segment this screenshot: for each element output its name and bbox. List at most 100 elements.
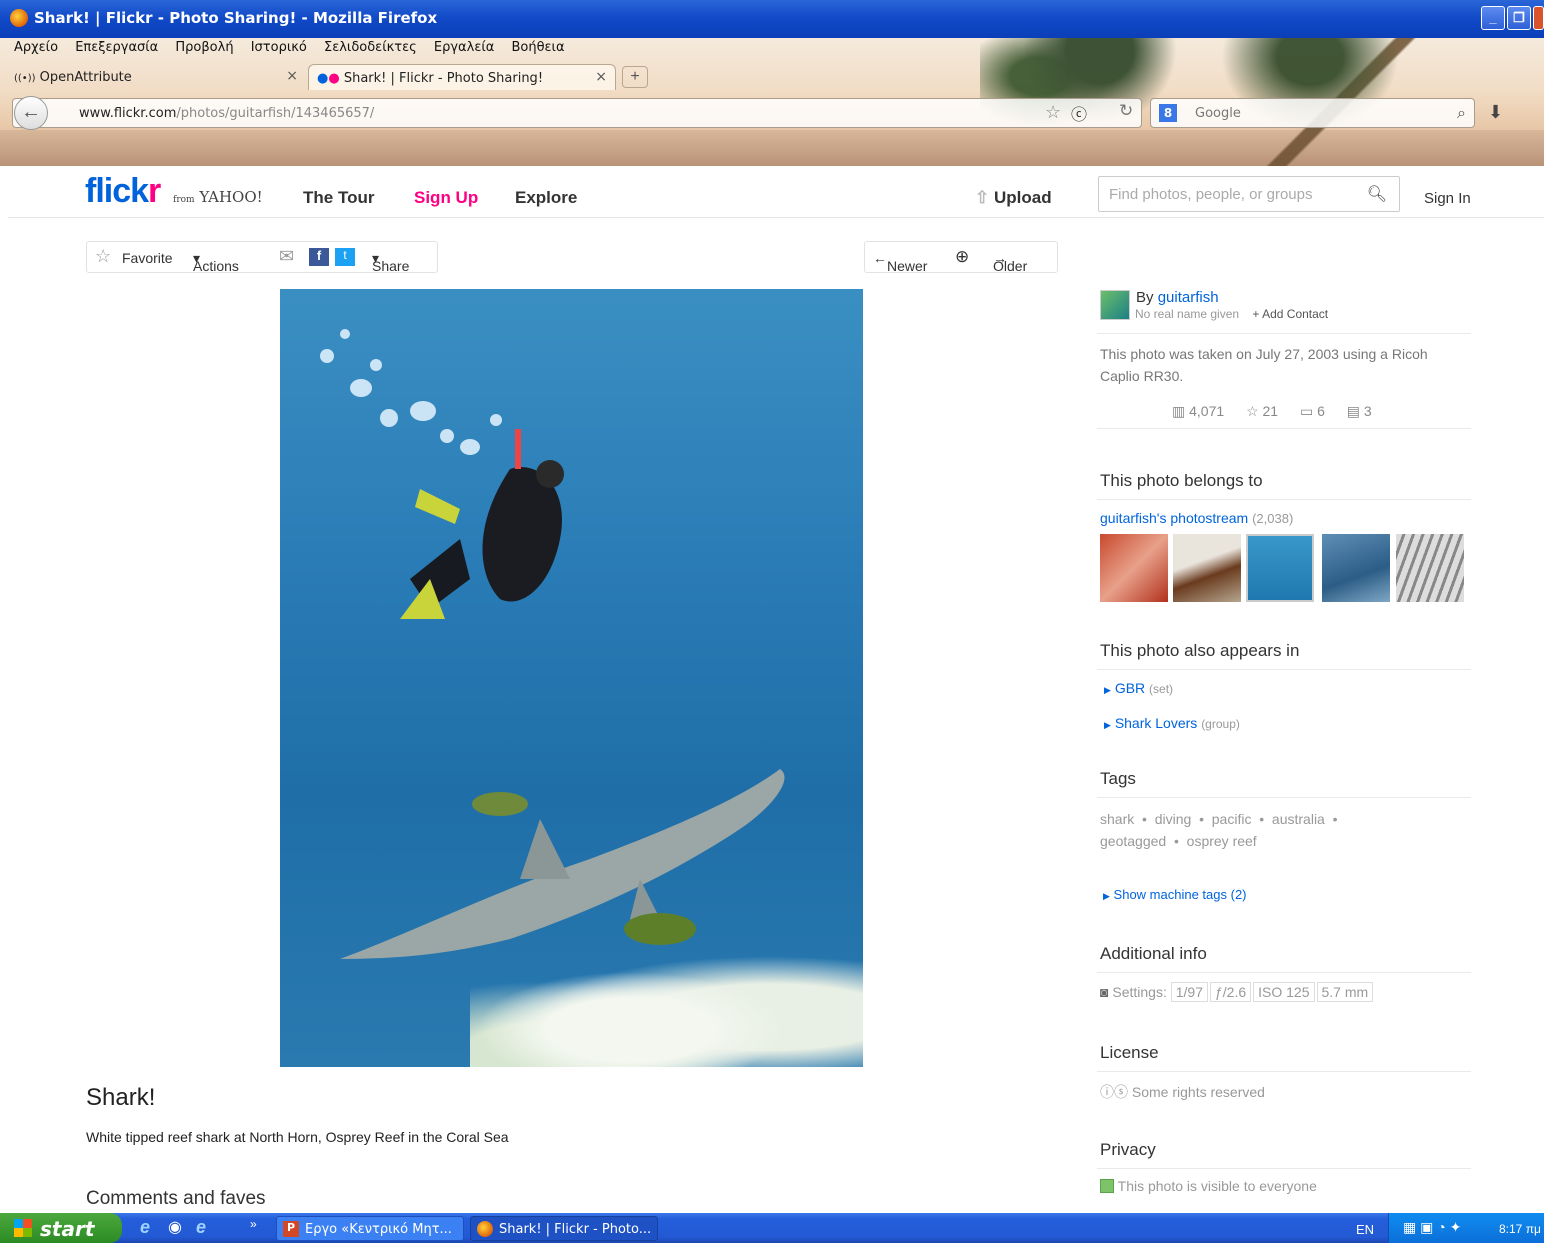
openattribute-icon: ((•)) bbox=[14, 73, 36, 84]
group-link[interactable]: Shark Lovers bbox=[1115, 715, 1197, 731]
twitter-icon[interactable]: t bbox=[335, 248, 355, 266]
language-indicator[interactable]: EN bbox=[1356, 1222, 1374, 1237]
tag[interactable]: diving bbox=[1155, 811, 1192, 827]
taken-info: This photo was taken on July 27, 2003 us… bbox=[1100, 346, 1428, 384]
divider bbox=[1097, 797, 1471, 798]
tag[interactable]: shark bbox=[1100, 811, 1134, 827]
menu-file[interactable]: Αρχείο bbox=[14, 40, 58, 55]
window-title: Shark! | Flickr - Photo Sharing! - Mozil… bbox=[34, 9, 438, 27]
reload-icon[interactable]: ↻ bbox=[1119, 101, 1133, 121]
nav-explore[interactable]: Explore bbox=[515, 188, 577, 208]
privacy-line: This photo is visible to everyone bbox=[1100, 1178, 1470, 1194]
bookmark-star-icon[interactable]: ☆ bbox=[1045, 102, 1061, 123]
share-button[interactable]: Share ▾ bbox=[372, 250, 409, 274]
photostream-thumb-current[interactable] bbox=[1246, 534, 1314, 602]
tag[interactable]: pacific bbox=[1212, 811, 1252, 827]
start-button[interactable]: start bbox=[0, 1213, 122, 1243]
main-photo[interactable] bbox=[280, 289, 863, 1067]
taskbar-item-firefox[interactable]: Shark! | Flickr - Photo... bbox=[470, 1216, 658, 1241]
appears-heading: This photo also appears in bbox=[1100, 641, 1300, 660]
ie-icon[interactable]: e bbox=[196, 1217, 206, 1238]
menu-edit[interactable]: Επεξεργασία bbox=[75, 40, 158, 55]
tag[interactable]: australia bbox=[1272, 811, 1325, 827]
menu-help[interactable]: Βοήθεια bbox=[511, 40, 564, 55]
photostream-link[interactable]: guitarfish's photostream bbox=[1100, 510, 1248, 526]
divider bbox=[1097, 1168, 1471, 1169]
nav-the-tour[interactable]: The Tour bbox=[303, 188, 374, 208]
tab-label: OpenAttribute bbox=[39, 70, 132, 85]
favorite-button[interactable]: Favorite bbox=[122, 250, 173, 266]
owner-line: By guitarfish bbox=[1136, 289, 1506, 306]
menu-view[interactable]: Προβολή bbox=[175, 40, 233, 55]
ie-icon[interactable]: ◉ bbox=[168, 1217, 182, 1237]
tab-close-icon[interactable]: × bbox=[286, 68, 298, 84]
tray-icons[interactable]: ▦ ▣ ◔ ✦ bbox=[1403, 1219, 1461, 1236]
add-contact-link[interactable]: + Add Contact bbox=[1252, 307, 1328, 321]
flickr-logo[interactable]: flickr bbox=[85, 172, 161, 211]
photostream-thumb[interactable] bbox=[1396, 534, 1464, 602]
appears-item[interactable]: ▶ Shark Lovers (group) bbox=[1104, 715, 1474, 731]
windows-logo-icon bbox=[14, 1219, 32, 1237]
divider bbox=[1097, 1071, 1471, 1072]
comments-count: 6 bbox=[1317, 403, 1325, 419]
tab-openattribute[interactable]: ((•)) OpenAttribute × bbox=[6, 64, 306, 90]
upload-link[interactable]: ⇧ Upload bbox=[975, 188, 1052, 208]
search-icon[interactable]: 🔍︎ bbox=[1367, 184, 1387, 204]
quicklaunch-more-icon[interactable]: » bbox=[250, 1217, 257, 1231]
google-icon: 8 bbox=[1159, 104, 1177, 122]
photostream-thumb[interactable] bbox=[1322, 534, 1390, 602]
minimize-button[interactable]: _ bbox=[1481, 6, 1505, 30]
photo-nav-bar: ← Newer ⊕ Older → bbox=[864, 241, 1058, 274]
web-search-input[interactable]: 8 Google ⌕ bbox=[1150, 98, 1475, 128]
nav-sign-up[interactable]: Sign Up bbox=[414, 188, 478, 208]
firefox-icon bbox=[477, 1221, 493, 1237]
sign-in-link[interactable]: Sign In bbox=[1424, 190, 1471, 207]
star-icon[interactable]: ☆ bbox=[95, 246, 111, 267]
taskbar-item-powerpoint[interactable]: P Εργο «Κεντρικό Μητ... bbox=[276, 1216, 464, 1241]
zoom-icon[interactable]: ⊕ bbox=[955, 247, 969, 267]
new-tab-button[interactable]: + bbox=[622, 66, 648, 88]
older-button[interactable]: Older → bbox=[993, 250, 1027, 274]
tab-close-icon[interactable]: × bbox=[595, 69, 607, 85]
machine-tags-link[interactable]: Show machine tags (2) bbox=[1114, 887, 1247, 902]
flickr-search-input[interactable]: Find photos, people, or groups 🔍︎ bbox=[1098, 176, 1400, 212]
tag[interactable]: geotagged bbox=[1100, 833, 1166, 849]
faves-count: 21 bbox=[1262, 403, 1279, 419]
flickr-header: flickr from YAHOO! The Tour Sign Up Expl… bbox=[8, 166, 1544, 218]
search-icon[interactable]: ⌕ bbox=[1457, 103, 1466, 123]
photostream-thumb[interactable] bbox=[1100, 534, 1168, 602]
ie-icon[interactable]: e bbox=[140, 1217, 150, 1238]
menu-bookmarks[interactable]: Σελιδοδείκτες bbox=[324, 40, 417, 55]
menu-history[interactable]: Ιστορικό bbox=[251, 40, 307, 55]
info-heading: Additional info bbox=[1100, 944, 1207, 963]
facebook-icon[interactable]: f bbox=[309, 248, 329, 266]
actions-button[interactable]: Actions ▾ bbox=[193, 250, 239, 274]
download-icon[interactable]: ⬇ bbox=[1488, 102, 1503, 123]
appears-item[interactable]: ▶ GBR (set) bbox=[1104, 680, 1474, 696]
back-button[interactable]: ← bbox=[14, 96, 48, 130]
photostream-count: (2,038) bbox=[1252, 511, 1294, 526]
email-icon[interactable]: ✉ bbox=[279, 246, 294, 267]
owner-subline: No real name given + Add Contact bbox=[1135, 307, 1505, 321]
settings-label: Settings: bbox=[1112, 984, 1167, 1000]
tab-flickr[interactable]: ●● Shark! | Flickr - Photo Sharing! × bbox=[308, 64, 616, 90]
group-kind: (group) bbox=[1201, 717, 1240, 731]
close-button[interactable] bbox=[1533, 6, 1544, 30]
menu-tools[interactable]: Εργαλεία bbox=[434, 40, 494, 55]
machine-tags-toggle[interactable]: ▶ Show machine tags (2) bbox=[1103, 887, 1473, 902]
tag[interactable]: osprey reef bbox=[1187, 833, 1257, 849]
owner-avatar[interactable] bbox=[1100, 290, 1130, 320]
cc-icon[interactable]: ⓒ bbox=[1071, 101, 1087, 125]
maximize-button[interactable]: ❐ bbox=[1507, 6, 1531, 30]
set-link[interactable]: GBR bbox=[1115, 680, 1145, 696]
owner-link[interactable]: guitarfish bbox=[1158, 289, 1219, 306]
url-bar[interactable]: www.flickr.com/photos/guitarfish/1434656… bbox=[12, 98, 1142, 128]
divider bbox=[1097, 428, 1471, 429]
system-tray: ▦ ▣ ◔ ✦ 8:17 πμ bbox=[1388, 1213, 1544, 1243]
photostream-thumb[interactable] bbox=[1173, 534, 1241, 602]
browser-chrome: Αρχείο Επεξεργασία Προβολή Ιστορικό Σελι… bbox=[0, 38, 1544, 166]
photo-title: Shark! bbox=[86, 1084, 156, 1111]
privacy-heading: Privacy bbox=[1100, 1140, 1156, 1159]
license-line[interactable]: ⓘⓢ Some rights reserved bbox=[1100, 1082, 1470, 1102]
newer-button[interactable]: ← Newer bbox=[873, 250, 927, 274]
